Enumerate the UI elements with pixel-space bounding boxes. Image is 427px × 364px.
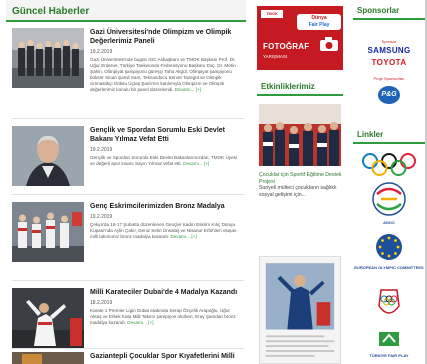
news-summary: Gençlik ve Spordan Sorumlu Eski Devlet B… (90, 155, 237, 166)
news-heading: Güncel Haberler (6, 0, 246, 22)
event-summary: Suriyeli mülteci çocukların sağlıklı sos… (259, 185, 337, 198)
news-title[interactable]: Genç Eskrimcilerimizden Bronz Madalya (90, 202, 242, 211)
emblem-icon[interactable] (353, 286, 425, 326)
event-title[interactable]: Çocuklar için Sportif Eğitime Destek Pro… (259, 172, 343, 185)
sponsor-label: Sponsor (381, 39, 397, 44)
events-heading: Etkinliklerimiz (257, 78, 343, 96)
news-date: 19.2.2019 (90, 214, 113, 220)
read-more-link[interactable]: Devamı... [+] (127, 320, 153, 325)
news-summary: Gazi Üniversitesi'nde bugün IOC Asbaşkan… (90, 57, 236, 92)
tmok-logo: TMOK (261, 10, 283, 18)
news-thumbnail[interactable] (12, 126, 84, 186)
pg-logo[interactable]: P&G (378, 86, 400, 104)
camera-icon (320, 37, 338, 51)
page: Güncel Haberler Gazi Üniversitesi'nde Ol… (0, 0, 427, 364)
olympic-rings-icon[interactable] (353, 152, 425, 176)
news-date: 19.2.2019 (90, 147, 113, 153)
divider (12, 280, 244, 281)
news-date: 19.2.2019 (90, 49, 113, 55)
sponsors-heading: Sponsorlar (353, 0, 425, 20)
event-card[interactable] (259, 256, 341, 364)
samsung-logo[interactable]: SAMSUNG (359, 46, 419, 55)
event-photo[interactable] (259, 104, 341, 166)
eoc-label[interactable]: EUROPEAN OLYMPIC COMMITTEES (353, 265, 425, 271)
right-column: Sponsorlar Sponsor SAMSUNG TOYOTA Proje … (353, 0, 425, 364)
anoc-label[interactable]: ANOC (353, 220, 425, 226)
project-sponsor-label: Proje Sponsorları (373, 76, 405, 81)
european-olympic-committees-icon[interactable] (353, 232, 425, 264)
news-title[interactable]: Gençlik ve Spordan Sorumlu Eski Devlet B… (90, 126, 242, 144)
news-title[interactable]: Gaziantepli Çocuklar Spor Kıyafetlerini … (90, 352, 242, 361)
news-section: Güncel Haberler Gazi Üniversitesi'nde Ol… (6, 0, 246, 364)
news-thumbnail[interactable] (12, 352, 84, 364)
read-more-link[interactable]: Devamı... [+] (175, 87, 201, 92)
news-summary: Çekya'da 16-17 Şubatta düzenlenen Gençle… (90, 222, 237, 239)
links-heading: Linkler (353, 124, 425, 144)
fair-play-label[interactable]: TÜRKİYE FAIR PLAY (353, 353, 425, 359)
fair-play-logo-icon[interactable] (353, 330, 425, 352)
news-title[interactable]: Gazi Üniversitesi'nde Olimpizm ve Olimpi… (90, 28, 242, 46)
banner-subline: YARIŞMASI (263, 54, 288, 59)
news-title[interactable]: Milli Karateciler Dubai'de 4 Madalya Kaz… (90, 288, 242, 297)
divider (12, 194, 244, 195)
divider (12, 348, 244, 349)
event-caption[interactable]: Çocuklar için Sportif Eğitime Destek Pro… (259, 172, 343, 198)
anoc-logo-icon[interactable] (353, 180, 425, 222)
read-more-link[interactable]: Devamı... [+] (170, 234, 196, 239)
middle-column: TMOK Dünya Fair Play FOTOĞRAF YARIŞMASI … (255, 0, 343, 364)
banner-headline: FOTOĞRAF (263, 42, 310, 51)
news-thumbnail[interactable] (12, 288, 84, 348)
fair-play-badge: Dünya Fair Play (297, 14, 341, 30)
read-more-link[interactable]: Devamı... [+] (183, 161, 209, 166)
news-thumbnail[interactable] (12, 202, 84, 262)
divider (12, 118, 244, 119)
news-date: 18.2.2019 (90, 300, 113, 306)
toyota-logo[interactable]: TOYOTA (359, 58, 419, 67)
fair-play-photo-contest-banner[interactable]: TMOK Dünya Fair Play FOTOĞRAF YARIŞMASI (257, 6, 343, 70)
news-thumbnail[interactable] (12, 28, 84, 88)
news-summary: Karate 1 Premier Ligin Dubai etabında Se… (90, 308, 236, 325)
